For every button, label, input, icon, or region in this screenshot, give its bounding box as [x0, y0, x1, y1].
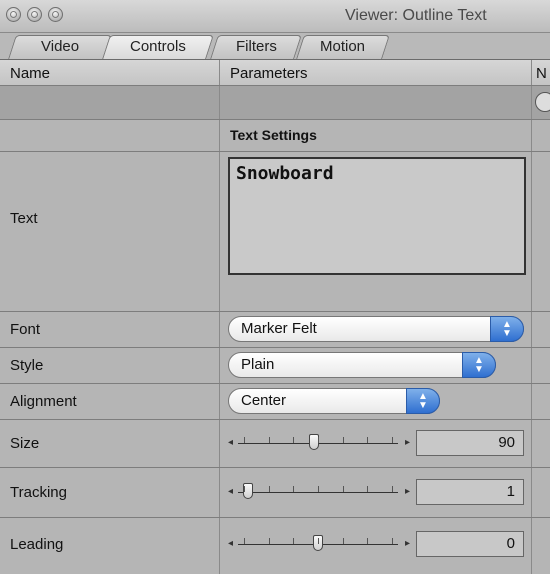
slider-tick — [367, 538, 369, 544]
title-bar: Viewer: Outline Text — [0, 0, 550, 33]
reset-icon[interactable] — [535, 92, 550, 112]
slider-tick — [318, 437, 319, 443]
window-title: Viewer: Outline Text — [345, 7, 487, 24]
empty-row — [0, 86, 550, 120]
slider-tick — [392, 486, 393, 492]
slider-tick — [392, 538, 393, 544]
tracking-field[interactable]: 1 — [416, 479, 524, 505]
slider-right-arrow-icon[interactable]: ▸ — [405, 486, 410, 497]
slider-tick — [293, 538, 295, 544]
slider-left-arrow-icon[interactable]: ◂ — [228, 437, 233, 448]
font-popup[interactable]: Marker Felt ▲ ▼ — [228, 316, 524, 342]
text-row: Text Snowboard — [0, 152, 550, 312]
slider-tick — [342, 486, 344, 492]
updown-arrows-icon: ▲ ▼ — [490, 316, 524, 342]
slider-tick — [367, 486, 369, 492]
slider-tick — [268, 437, 270, 443]
tab-controls[interactable]: Controls — [102, 35, 214, 59]
font-row: Font Marker Felt ▲ ▼ — [0, 312, 550, 348]
slider-tick — [293, 437, 295, 443]
alignment-popup[interactable]: Center ▲ ▼ — [228, 388, 440, 414]
slider-thumb[interactable] — [308, 434, 319, 450]
slider-tick — [367, 437, 369, 443]
alignment-row: Alignment Center ▲ ▼ — [0, 384, 550, 420]
column-header-row: Name Parameters N — [0, 60, 550, 86]
section-header-row: Text Settings — [0, 120, 550, 152]
slider-tick — [342, 437, 344, 443]
size-row: Size ◂ ▸ 90 — [0, 420, 550, 468]
slider-tick — [293, 486, 295, 492]
leading-slider[interactable]: ◂ ▸ — [228, 533, 410, 555]
parameters-column-header[interactable]: Parameters — [220, 60, 532, 85]
alignment-label: Alignment — [10, 393, 77, 410]
font-label: Font — [10, 321, 41, 338]
size-label: Size — [10, 435, 40, 452]
slider-tick — [318, 486, 319, 492]
section-title: Text Settings — [230, 127, 317, 143]
leading-field[interactable]: 0 — [416, 531, 524, 557]
slider-tick — [244, 486, 245, 492]
tracking-slider[interactable]: ◂ ▸ — [228, 481, 410, 503]
tracking-label: Tracking — [10, 484, 67, 501]
slider-tick — [392, 437, 393, 443]
text-label: Text — [10, 210, 38, 227]
minimize-icon[interactable] — [27, 7, 42, 22]
tracking-row: Tracking ◂ ▸ 1 — [0, 468, 550, 518]
slider-left-arrow-icon[interactable]: ◂ — [228, 538, 233, 549]
style-row: Style Plain ▲ ▼ — [0, 348, 550, 384]
style-label: Style — [10, 357, 44, 374]
text-value: Snowboard — [236, 163, 334, 184]
tab-motion[interactable]: Motion — [296, 35, 390, 59]
text-input[interactable]: Snowboard — [228, 157, 526, 275]
slider-tick — [244, 538, 245, 544]
slider-tick — [268, 538, 270, 544]
updown-arrows-icon: ▲ ▼ — [406, 388, 440, 414]
size-field[interactable]: 90 — [416, 430, 524, 456]
zoom-icon[interactable] — [48, 7, 63, 22]
tab-filters[interactable]: Filters — [210, 35, 302, 59]
slider-tick — [244, 437, 245, 443]
slider-tick — [268, 486, 270, 492]
slider-right-arrow-icon[interactable]: ▸ — [405, 437, 410, 448]
leading-label: Leading — [10, 536, 64, 553]
slider-right-arrow-icon[interactable]: ▸ — [405, 538, 410, 549]
style-popup[interactable]: Plain ▲ ▼ — [228, 352, 496, 378]
updown-arrows-icon: ▲ ▼ — [462, 352, 496, 378]
slider-tick — [342, 538, 344, 544]
name-column-header[interactable]: Name — [0, 60, 220, 85]
extra-column-header[interactable]: N — [532, 60, 550, 85]
size-slider[interactable]: ◂ ▸ — [228, 432, 410, 454]
tab-bar: Video Controls Filters Motion — [0, 33, 550, 60]
leading-row: Leading ◂ ▸ 0 — [0, 518, 550, 574]
slider-left-arrow-icon[interactable]: ◂ — [228, 486, 233, 497]
slider-tick — [318, 538, 319, 544]
close-icon[interactable] — [6, 7, 21, 22]
tab-video[interactable]: Video — [8, 35, 112, 59]
